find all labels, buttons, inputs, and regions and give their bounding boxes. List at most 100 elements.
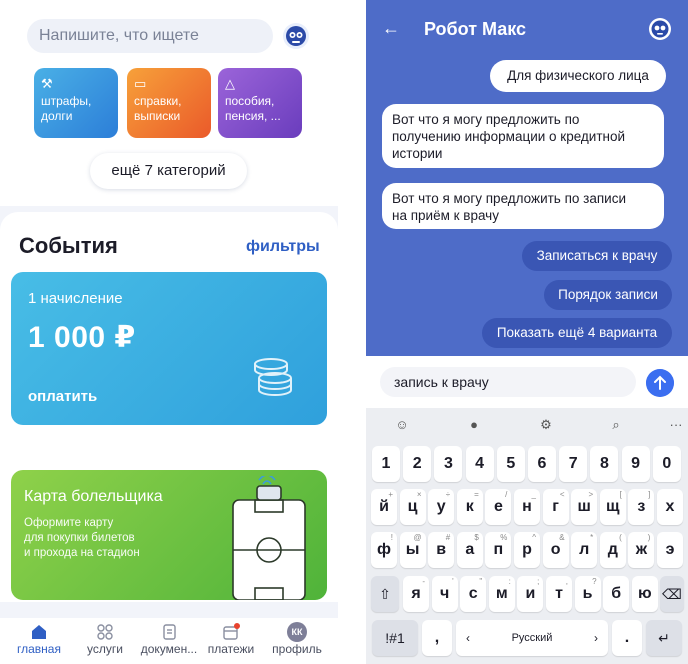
key-м[interactable]: м:	[488, 576, 515, 612]
key-8[interactable]: 8	[590, 446, 619, 482]
key-ш[interactable]: ш >	[571, 489, 598, 525]
piggy-icon: △	[225, 76, 235, 91]
suggestion-chip-book-doctor[interactable]: Записаться к врачу	[522, 241, 672, 271]
key-ж[interactable]: ж)	[628, 532, 655, 568]
filters-link[interactable]: фильтры	[246, 238, 320, 256]
key-э[interactable]: э	[657, 532, 683, 568]
nav-documents[interactable]: докумен...	[138, 622, 200, 656]
key-ю[interactable]: ю	[631, 576, 658, 612]
message-input[interactable]: запись к врачу	[380, 367, 636, 397]
key-и[interactable]: и;	[517, 576, 544, 612]
key-label: д	[607, 541, 618, 558]
key-а[interactable]: а $	[456, 532, 483, 568]
enter-key[interactable]: ↵	[646, 620, 682, 656]
key-й[interactable]: й +	[371, 489, 397, 525]
fan-card-description: Оформите карту для покупки билетов и про…	[24, 517, 140, 559]
key-х[interactable]: х	[657, 489, 683, 525]
key-label: и	[525, 585, 536, 602]
key-с[interactable]: с "	[460, 576, 487, 612]
key-б[interactable]: б	[603, 576, 630, 612]
key-р[interactable]: р ^	[514, 532, 540, 568]
backspace-key[interactable]: ⌫	[660, 576, 684, 612]
key-н[interactable]: н _	[514, 489, 540, 525]
key-к[interactable]: к =	[456, 489, 483, 525]
space-label: Русский	[511, 632, 553, 644]
key-в[interactable]: в #	[428, 532, 455, 568]
key-9[interactable]: 9	[621, 446, 650, 482]
pay-button[interactable]: оплатить	[28, 388, 97, 405]
key-4[interactable]: 4	[465, 446, 494, 482]
key-label: х	[665, 498, 675, 515]
robot-chat-screen: ← Робот Макс Для физического лица Вот чт…	[366, 0, 688, 664]
key-ф[interactable]: ф!	[371, 532, 397, 568]
key-label: б	[611, 585, 622, 602]
key-hint: "	[479, 577, 483, 586]
key-е[interactable]: е /	[485, 489, 512, 525]
nav-services[interactable]: услуги	[74, 622, 136, 656]
shift-key[interactable]: ⇧	[371, 576, 399, 612]
send-button[interactable]	[646, 369, 674, 397]
more-categories-button[interactable]: ещё 7 категорий	[90, 153, 247, 189]
payment-card[interactable]: 1 начисление 1 000 ₽ оплатить	[11, 272, 327, 425]
key-label: 3	[443, 455, 453, 472]
category-fines[interactable]: ⚒ штрафы, долги	[34, 68, 118, 138]
key-label: ь	[582, 585, 593, 602]
nav-profile[interactable]: КК профиль	[266, 622, 328, 656]
period-key[interactable]: .	[612, 620, 642, 656]
microphone-icon[interactable]: ●	[454, 414, 494, 436]
key-hint: _	[531, 490, 536, 499]
suggestion-chip-booking-order[interactable]: Порядок записи	[544, 280, 672, 310]
key-ь[interactable]: ь?	[574, 576, 601, 612]
key-label: н	[522, 498, 532, 515]
key-6[interactable]: 6	[528, 446, 556, 482]
key-5[interactable]: 5	[496, 446, 525, 482]
emoji-icon[interactable]: ☺	[382, 414, 422, 436]
key-label: с	[468, 585, 478, 602]
key-з[interactable]: з]	[628, 489, 655, 525]
search-input[interactable]: Напишите, что ищете	[27, 19, 273, 53]
key-п[interactable]: п%	[485, 532, 512, 568]
key-label: л	[579, 541, 590, 558]
user-message: Для физического лица	[490, 60, 666, 92]
key-г[interactable]: г <	[542, 489, 569, 525]
settings-gear-icon[interactable]: ⚙	[526, 414, 566, 436]
key-label: а	[465, 541, 475, 558]
suggestion-chip-show-more[interactable]: Показать ещё 4 варианта	[482, 318, 672, 348]
key-2[interactable]: 2	[403, 446, 432, 482]
nav-payments[interactable]: платежи	[200, 622, 262, 656]
key-л[interactable]: л *	[571, 532, 598, 568]
key-ц[interactable]: ц ×	[399, 489, 426, 525]
nav-label: главная	[17, 642, 61, 656]
key-т[interactable]: т,	[546, 576, 572, 612]
key-ы[interactable]: ы @	[399, 532, 426, 568]
key-label: т	[555, 585, 563, 602]
key-щ[interactable]: щ[	[599, 489, 626, 525]
key-я[interactable]: я-	[403, 576, 429, 612]
comma-key[interactable]: ,	[422, 620, 452, 656]
search-icon[interactable]: ⌕	[596, 414, 636, 436]
key-0[interactable]: 0	[652, 446, 681, 482]
symbols-key[interactable]: !#1	[372, 620, 418, 656]
key-hint: ×	[416, 490, 422, 499]
space-key[interactable]: ‹ Русский ›	[456, 620, 608, 656]
key-ч[interactable]: ч '	[431, 576, 458, 612]
key-3[interactable]: 3	[434, 446, 463, 482]
more-dots-icon[interactable]: ···	[656, 414, 688, 436]
key-label: э	[665, 541, 675, 558]
key-label: г	[552, 498, 559, 515]
category-benefits[interactable]: △ пособия, пенсия, ...	[218, 68, 302, 138]
nav-home[interactable]: главная	[8, 622, 70, 656]
fan-card-title: Карта болельщика	[24, 488, 163, 505]
key-7[interactable]: 7	[559, 446, 588, 482]
category-certificates[interactable]: ▭ справки, выписки	[127, 68, 211, 138]
key-о[interactable]: о &	[542, 532, 569, 568]
key-label: ⌫	[662, 586, 682, 602]
key-label: п	[493, 541, 504, 558]
robot-max-icon[interactable]	[282, 22, 310, 50]
key-у[interactable]: у ÷	[428, 489, 455, 525]
key-д[interactable]: д(	[599, 532, 626, 568]
back-arrow-icon[interactable]: ←	[382, 18, 400, 39]
home-icon	[32, 625, 46, 639]
fan-card-banner[interactable]: Карта болельщика Оформите карту для поку…	[11, 470, 327, 600]
key-1[interactable]: 1	[372, 446, 400, 482]
